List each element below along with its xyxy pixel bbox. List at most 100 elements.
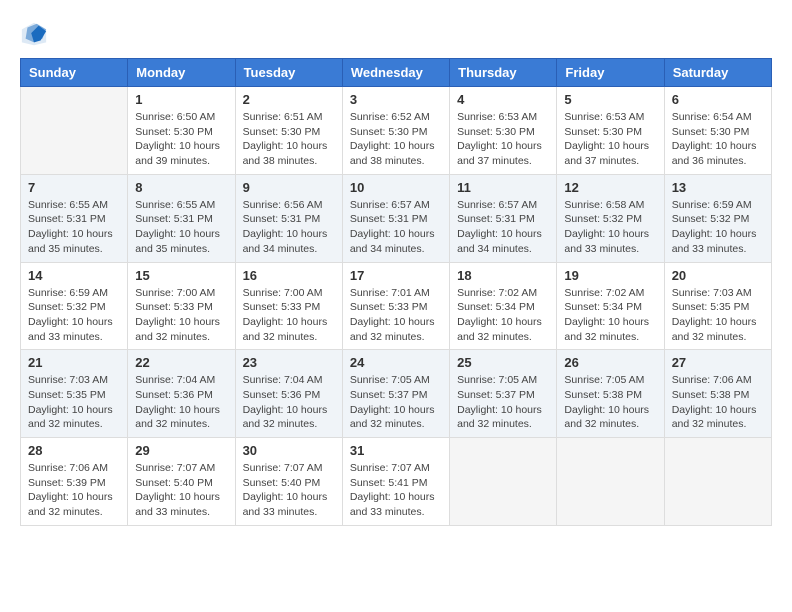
day-info: Sunrise: 6:59 AM Sunset: 5:32 PM Dayligh… (28, 286, 120, 345)
day-info: Sunrise: 6:52 AM Sunset: 5:30 PM Dayligh… (350, 110, 442, 169)
calendar-day-29: 29 Sunrise: 7:07 AM Sunset: 5:40 PM Dayli… (128, 438, 235, 526)
calendar-day-13: 13 Sunrise: 6:59 AM Sunset: 5:32 PM Dayli… (664, 174, 771, 262)
day-header-saturday: Saturday (664, 59, 771, 87)
day-info: Sunrise: 7:02 AM Sunset: 5:34 PM Dayligh… (564, 286, 656, 345)
day-number: 9 (243, 180, 335, 195)
calendar-empty-cell (664, 438, 771, 526)
day-info: Sunrise: 7:05 AM Sunset: 5:37 PM Dayligh… (350, 373, 442, 432)
calendar-day-19: 19 Sunrise: 7:02 AM Sunset: 5:34 PM Dayli… (557, 262, 664, 350)
calendar-week-5: 28 Sunrise: 7:06 AM Sunset: 5:39 PM Dayli… (21, 438, 772, 526)
day-number: 16 (243, 268, 335, 283)
calendar-day-9: 9 Sunrise: 6:56 AM Sunset: 5:31 PM Daylig… (235, 174, 342, 262)
day-header-friday: Friday (557, 59, 664, 87)
day-number: 21 (28, 355, 120, 370)
day-header-monday: Monday (128, 59, 235, 87)
day-number: 10 (350, 180, 442, 195)
calendar-week-3: 14 Sunrise: 6:59 AM Sunset: 5:32 PM Dayli… (21, 262, 772, 350)
calendar-day-27: 27 Sunrise: 7:06 AM Sunset: 5:38 PM Dayli… (664, 350, 771, 438)
day-info: Sunrise: 7:04 AM Sunset: 5:36 PM Dayligh… (135, 373, 227, 432)
calendar-day-23: 23 Sunrise: 7:04 AM Sunset: 5:36 PM Dayli… (235, 350, 342, 438)
day-info: Sunrise: 7:00 AM Sunset: 5:33 PM Dayligh… (243, 286, 335, 345)
day-number: 11 (457, 180, 549, 195)
day-info: Sunrise: 6:56 AM Sunset: 5:31 PM Dayligh… (243, 198, 335, 257)
day-number: 24 (350, 355, 442, 370)
day-info: Sunrise: 7:07 AM Sunset: 5:40 PM Dayligh… (243, 461, 335, 520)
calendar-day-4: 4Sunrise: 6:53 AM Sunset: 5:30 PM Daylig… (450, 87, 557, 175)
calendar-day-15: 15Sunrise: 7:00 AM Sunset: 5:33 PM Dayli… (128, 262, 235, 350)
calendar-day-3: 3Sunrise: 6:52 AM Sunset: 5:30 PM Daylig… (342, 87, 449, 175)
day-number: 27 (672, 355, 764, 370)
calendar-day-22: 22 Sunrise: 7:04 AM Sunset: 5:36 PM Dayli… (128, 350, 235, 438)
day-number: 12 (564, 180, 656, 195)
calendar-day-7: 7Sunrise: 6:55 AM Sunset: 5:31 PM Daylig… (21, 174, 128, 262)
calendar-day-17: 17 Sunrise: 7:01 AM Sunset: 5:33 PM Dayli… (342, 262, 449, 350)
calendar-day-30: 30 Sunrise: 7:07 AM Sunset: 5:40 PM Dayli… (235, 438, 342, 526)
day-number: 8 (135, 180, 227, 195)
calendar-day-10: 10 Sunrise: 6:57 AM Sunset: 5:31 PM Dayli… (342, 174, 449, 262)
day-info: Sunrise: 6:59 AM Sunset: 5:32 PM Dayligh… (672, 198, 764, 257)
day-info: Sunrise: 7:01 AM Sunset: 5:33 PM Dayligh… (350, 286, 442, 345)
calendar-day-31: 31 Sunrise: 7:07 AM Sunset: 5:41 PM Dayli… (342, 438, 449, 526)
calendar-week-4: 21 Sunrise: 7:03 AM Sunset: 5:35 PM Dayli… (21, 350, 772, 438)
day-number: 1 (135, 92, 227, 107)
day-info: Sunrise: 7:03 AM Sunset: 5:35 PM Dayligh… (672, 286, 764, 345)
day-number: 13 (672, 180, 764, 195)
day-info: Sunrise: 6:57 AM Sunset: 5:31 PM Dayligh… (350, 198, 442, 257)
calendar-empty-cell (450, 438, 557, 526)
calendar-day-20: 20 Sunrise: 7:03 AM Sunset: 5:35 PM Dayli… (664, 262, 771, 350)
day-number: 7 (28, 180, 120, 195)
calendar-day-1: 1 Sunrise: 6:50 AM Sunset: 5:30 PM Daylig… (128, 87, 235, 175)
calendar-day-5: 5Sunrise: 6:53 AM Sunset: 5:30 PM Daylig… (557, 87, 664, 175)
calendar-empty-cell (21, 87, 128, 175)
day-info: Sunrise: 7:07 AM Sunset: 5:40 PM Dayligh… (135, 461, 227, 520)
day-info: Sunrise: 7:05 AM Sunset: 5:37 PM Dayligh… (457, 373, 549, 432)
calendar-day-28: 28 Sunrise: 7:06 AM Sunset: 5:39 PM Dayli… (21, 438, 128, 526)
day-number: 2 (243, 92, 335, 107)
day-number: 30 (243, 443, 335, 458)
calendar-empty-cell (557, 438, 664, 526)
day-number: 22 (135, 355, 227, 370)
day-header-thursday: Thursday (450, 59, 557, 87)
day-number: 18 (457, 268, 549, 283)
day-number: 31 (350, 443, 442, 458)
day-info: Sunrise: 7:07 AM Sunset: 5:41 PM Dayligh… (350, 461, 442, 520)
day-number: 25 (457, 355, 549, 370)
day-info: Sunrise: 7:02 AM Sunset: 5:34 PM Dayligh… (457, 286, 549, 345)
calendar-day-16: 16 Sunrise: 7:00 AM Sunset: 5:33 PM Dayli… (235, 262, 342, 350)
day-number: 29 (135, 443, 227, 458)
calendar: SundayMondayTuesdayWednesdayThursdayFrid… (20, 58, 772, 526)
day-number: 14 (28, 268, 120, 283)
day-number: 26 (564, 355, 656, 370)
day-number: 19 (564, 268, 656, 283)
day-number: 5 (564, 92, 656, 107)
day-info: Sunrise: 7:05 AM Sunset: 5:38 PM Dayligh… (564, 373, 656, 432)
day-number: 20 (672, 268, 764, 283)
day-number: 4 (457, 92, 549, 107)
day-number: 23 (243, 355, 335, 370)
day-info: Sunrise: 7:03 AM Sunset: 5:35 PM Dayligh… (28, 373, 120, 432)
day-header-tuesday: Tuesday (235, 59, 342, 87)
day-number: 28 (28, 443, 120, 458)
logo-icon (20, 20, 48, 48)
day-info: Sunrise: 6:50 AM Sunset: 5:30 PM Dayligh… (135, 110, 227, 169)
day-info: Sunrise: 6:51 AM Sunset: 5:30 PM Dayligh… (243, 110, 335, 169)
calendar-day-21: 21 Sunrise: 7:03 AM Sunset: 5:35 PM Dayli… (21, 350, 128, 438)
day-info: Sunrise: 7:06 AM Sunset: 5:39 PM Dayligh… (28, 461, 120, 520)
day-number: 6 (672, 92, 764, 107)
calendar-day-11: 11Sunrise: 6:57 AM Sunset: 5:31 PM Dayli… (450, 174, 557, 262)
day-info: Sunrise: 7:04 AM Sunset: 5:36 PM Dayligh… (243, 373, 335, 432)
day-info: Sunrise: 6:54 AM Sunset: 5:30 PM Dayligh… (672, 110, 764, 169)
day-header-sunday: Sunday (21, 59, 128, 87)
calendar-day-2: 2 Sunrise: 6:51 AM Sunset: 5:30 PM Daylig… (235, 87, 342, 175)
calendar-day-6: 6 Sunrise: 6:54 AM Sunset: 5:30 PM Daylig… (664, 87, 771, 175)
calendar-week-1: 1 Sunrise: 6:50 AM Sunset: 5:30 PM Daylig… (21, 87, 772, 175)
day-header-wednesday: Wednesday (342, 59, 449, 87)
day-number: 17 (350, 268, 442, 283)
day-info: Sunrise: 7:06 AM Sunset: 5:38 PM Dayligh… (672, 373, 764, 432)
calendar-day-18: 18 Sunrise: 7:02 AM Sunset: 5:34 PM Dayli… (450, 262, 557, 350)
calendar-day-8: 8 Sunrise: 6:55 AM Sunset: 5:31 PM Daylig… (128, 174, 235, 262)
day-info: Sunrise: 6:55 AM Sunset: 5:31 PM Dayligh… (135, 198, 227, 257)
header (20, 20, 772, 48)
calendar-day-24: 24 Sunrise: 7:05 AM Sunset: 5:37 PM Dayli… (342, 350, 449, 438)
calendar-week-2: 7 Sunrise: 6:55 AM Sunset: 5:31 PM Daylig… (21, 174, 772, 262)
